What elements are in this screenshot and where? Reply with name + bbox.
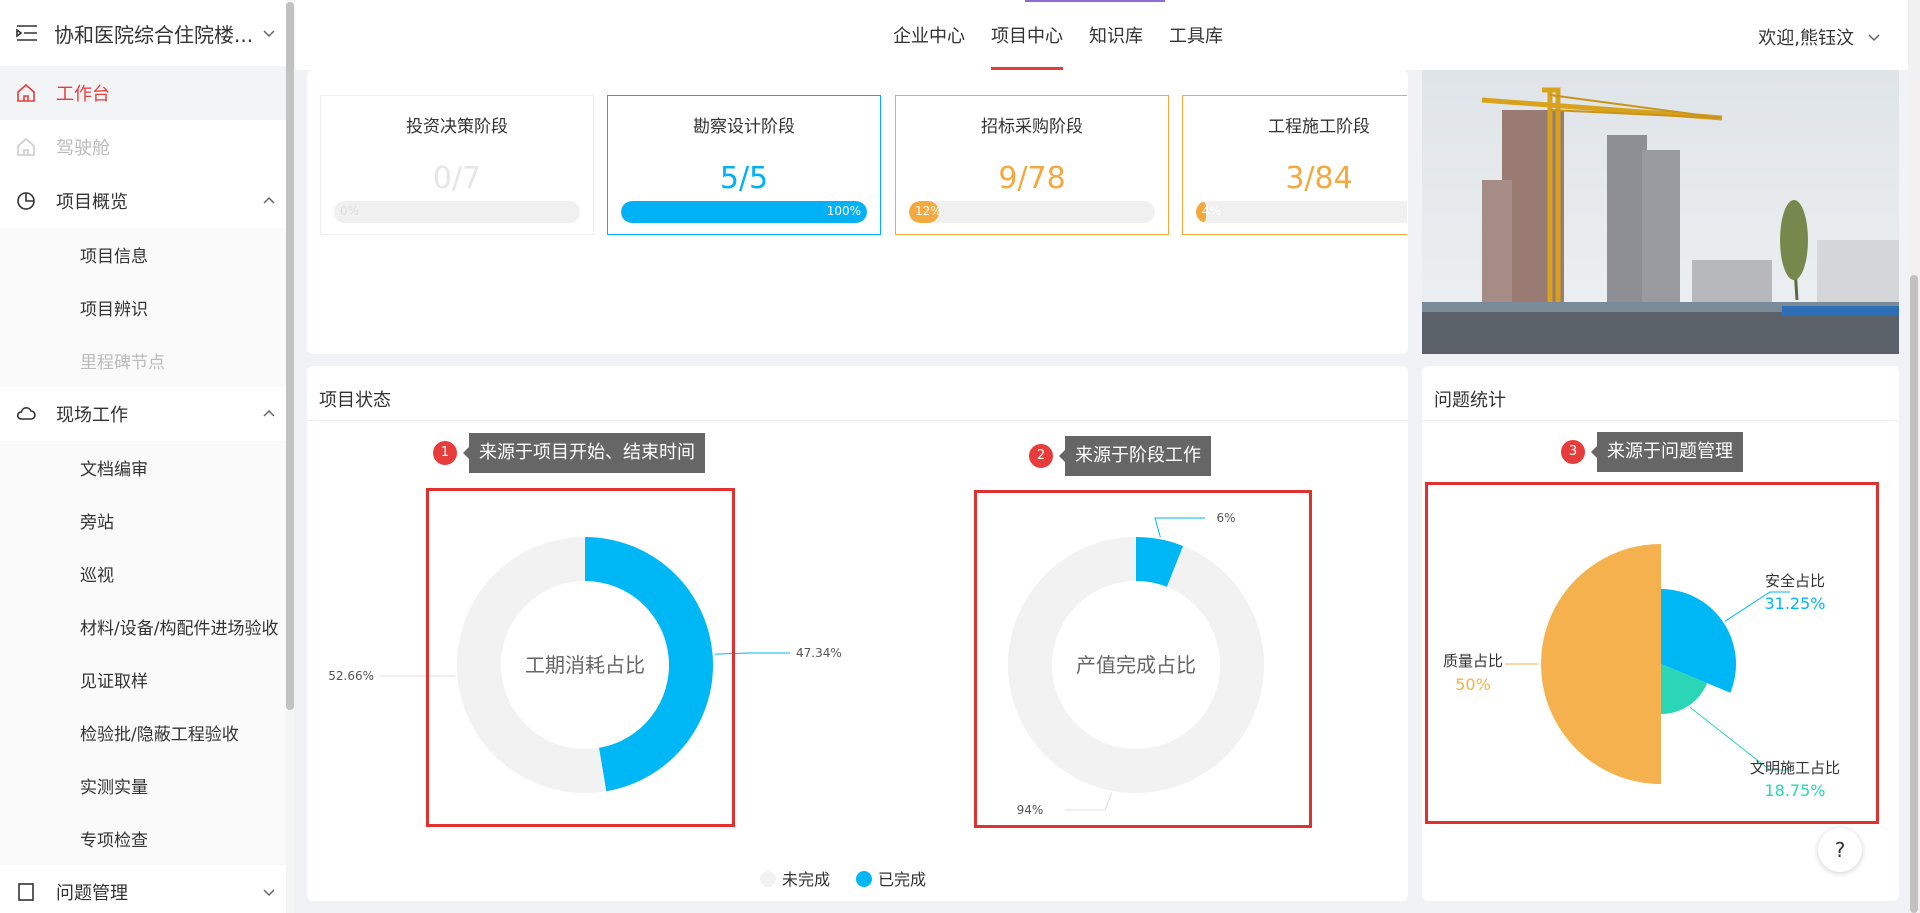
home-icon [16, 83, 36, 103]
project-selector[interactable]: 协和医院综合住院楼... [0, 0, 293, 66]
stages-strip: 投资决策阶段 0/7 0% 勘察设计阶段 5/5 100% 招标采购阶段 9/7… [310, 70, 1407, 354]
page-scrollbar-thumb[interactable] [1910, 275, 1918, 913]
sidebar-item-label: 工作台 [56, 84, 110, 105]
stage-bidding[interactable]: 招标采购阶段 9/78 12% [895, 95, 1169, 235]
stage-title: 工程施工阶段 [1268, 117, 1370, 137]
stage-progress-bar: 12% [909, 201, 1155, 223]
sidebar-subitem-inspection-batch[interactable]: 检验批/隐蔽工程验收 [0, 706, 293, 759]
tab-enterprise-center[interactable]: 企业中心 [880, 0, 978, 70]
tab-tool-library[interactable]: 工具库 [1156, 0, 1236, 70]
stage-value: 5/5 [719, 161, 769, 196]
sidebar-item-label: 问题管理 [56, 883, 128, 904]
home-icon [16, 137, 36, 157]
chevron-down-icon [263, 889, 275, 897]
highlight-box [974, 490, 1312, 828]
stage-progress-label: 12% [915, 204, 942, 218]
sidebar-subitem-material-acceptance[interactable]: 材料/设备/构配件进场验收 [0, 600, 293, 653]
legend-label: 已完成 [878, 870, 927, 889]
chart-legend: 未完成 已完成 [760, 866, 926, 890]
legend-dot [760, 871, 776, 887]
sidebar-subitem-witness-sampling[interactable]: 见证取样 [0, 653, 293, 706]
field-work-submenu: 文档编审 旁站 巡视 材料/设备/构配件进场验收 见证取样 检验批/隐蔽工程验收… [0, 441, 293, 865]
sidebar-item-cockpit[interactable]: 驾驶舱 [0, 120, 293, 174]
tab-knowledge-base[interactable]: 知识库 [1076, 0, 1156, 70]
legend-label: 未完成 [782, 870, 831, 889]
card-title: 问题统计 [1434, 390, 1506, 411]
sidebar-subitem-project-info[interactable]: 项目信息 [0, 228, 293, 281]
sidebar: 协和医院综合住院楼... 工作台 驾驶舱 项目概览 项目信息 项目辨识 里程碑节… [0, 0, 294, 913]
sidebar-item-label: 现场工作 [56, 405, 128, 426]
stage-progress-bar: 4% [1196, 201, 1407, 223]
stage-value: 0/7 [432, 161, 482, 196]
card-divider [307, 420, 1408, 421]
sidebar-item-field-work[interactable]: 现场工作 [0, 387, 293, 441]
document-icon [16, 882, 36, 902]
user-greeting: 欢迎,熊钰汶 [1758, 28, 1854, 49]
tab-project-center[interactable]: 项目中心 [978, 0, 1076, 70]
annotation-3: 3 来源于问题管理 [1561, 432, 1743, 472]
stage-title: 招标采购阶段 [981, 117, 1083, 137]
chevron-up-icon [263, 409, 275, 417]
stage-progress-label: 100% [826, 204, 861, 218]
sidebar-subitem-milestones[interactable]: 里程碑节点 [0, 334, 293, 387]
project-name: 协和医院综合住院楼... [54, 22, 254, 47]
stage-progress-bar: 100% [621, 201, 867, 223]
data-label: 47.34% [796, 646, 842, 660]
stage-investment[interactable]: 投资决策阶段 0/7 0% [320, 95, 594, 235]
stage-progress-label: 0% [340, 204, 360, 218]
chevron-up-icon [263, 196, 275, 204]
sidebar-item-label: 驾驶舱 [56, 138, 110, 159]
sidebar-subitem-measurement[interactable]: 实测实量 [0, 759, 293, 812]
sidebar-scrollbar-thumb[interactable] [286, 2, 294, 710]
stage-construction[interactable]: 工程施工阶段 3/84 4% [1182, 95, 1407, 235]
top-navbar: 企业中心 项目中心 知识库 工具库 欢迎,熊钰汶 [295, 0, 1908, 70]
sidebar-item-workbench[interactable]: 工作台 [0, 66, 293, 120]
card-divider [1422, 420, 1899, 421]
sidebar-item-overview[interactable]: 项目概览 [0, 174, 293, 228]
overview-submenu: 项目信息 项目辨识 里程碑节点 [0, 228, 293, 387]
annotation-number: 3 [1561, 440, 1585, 464]
stage-progress-label: 4% [1202, 204, 1222, 218]
chevron-down-icon [1868, 34, 1880, 42]
legend-item-incomplete[interactable]: 未完成 [760, 866, 830, 890]
menu-fold-icon[interactable] [16, 24, 38, 42]
legend-item-complete[interactable]: 已完成 [856, 866, 926, 890]
legend-dot [856, 871, 873, 887]
data-label: 52.66% [328, 669, 374, 683]
help-button[interactable]: ? [1818, 828, 1862, 872]
sidebar-subitem-side-station[interactable]: 旁站 [0, 494, 293, 547]
sidebar-subitem-project-identify[interactable]: 项目辨识 [0, 281, 293, 334]
sidebar-subitem-patrol[interactable]: 巡视 [0, 547, 293, 600]
stage-value: 3/84 [1285, 161, 1353, 196]
stage-value: 9/78 [998, 161, 1066, 196]
chevron-down-icon [263, 30, 275, 38]
user-menu[interactable]: 欢迎,熊钰汶 [1758, 24, 1882, 50]
highlight-box [1425, 482, 1879, 824]
top-tabs: 企业中心 项目中心 知识库 工具库 [880, 0, 1236, 70]
sidebar-item-label: 项目概览 [56, 192, 128, 213]
card-title: 项目状态 [319, 390, 391, 411]
stage-title: 勘察设计阶段 [693, 117, 795, 137]
stage-title: 投资决策阶段 [406, 117, 508, 137]
pie-icon [16, 191, 36, 211]
stage-design[interactable]: 勘察设计阶段 5/5 100% [607, 95, 881, 235]
sidebar-subitem-doc-review[interactable]: 文档编审 [0, 441, 293, 494]
cloud-icon [16, 404, 36, 424]
highlight-box [426, 488, 735, 827]
stage-progress-bar: 0% [334, 201, 580, 223]
annotation-bubble: 来源于问题管理 [1591, 432, 1743, 472]
sidebar-subitem-special-check[interactable]: 专项检查 [0, 812, 293, 865]
sidebar-item-issues[interactable]: 问题管理 [0, 865, 293, 913]
construction-site-photo [1422, 70, 1899, 354]
